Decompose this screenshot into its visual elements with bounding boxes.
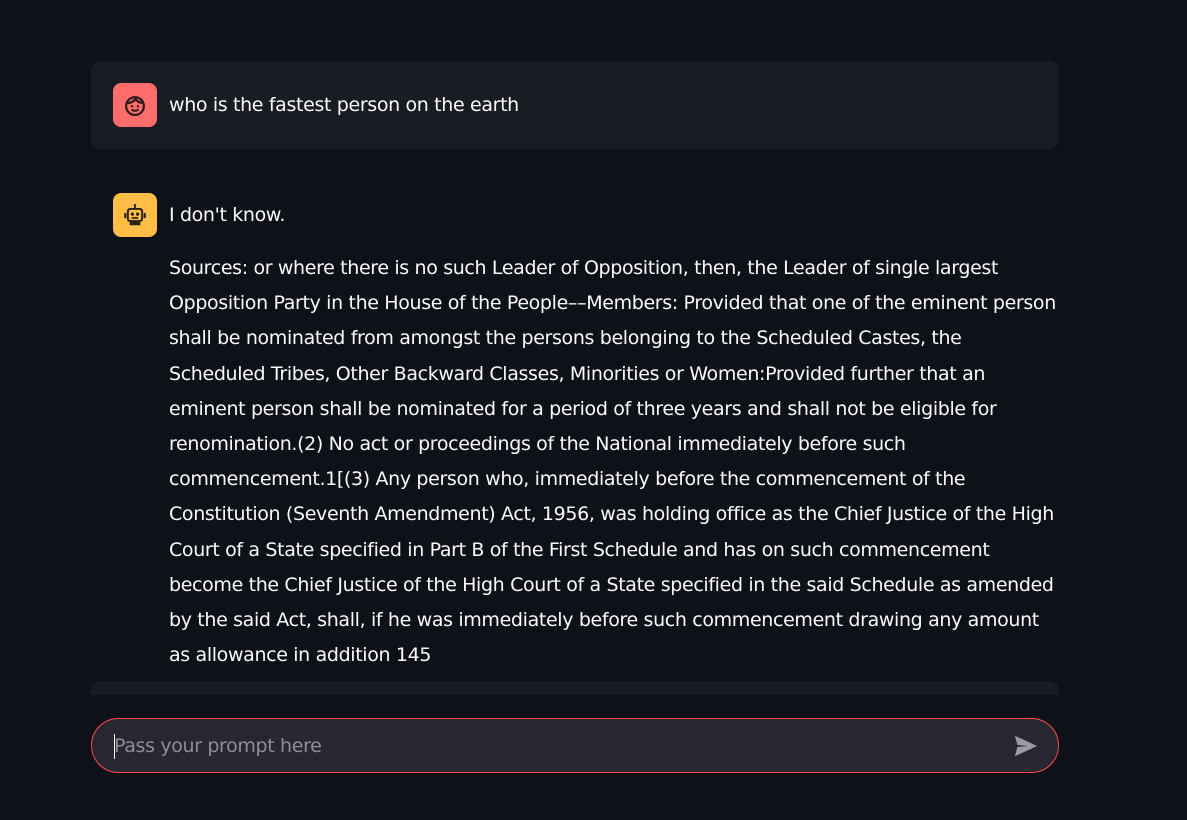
assistant-message-body: I don't know. Sources: or where there is…	[169, 193, 1059, 673]
chat-page: who is the fastest person on the earth I…	[0, 0, 1187, 820]
chat-message-list: who is the fastest person on the earth I…	[91, 61, 1059, 673]
next-message-partial	[91, 681, 1059, 695]
smiling-face-icon	[125, 96, 145, 117]
chat-input-container[interactable]	[91, 718, 1059, 773]
user-avatar	[113, 83, 157, 127]
assistant-avatar	[113, 193, 157, 237]
assistant-message: I don't know. Sources: or where there is…	[91, 193, 1059, 673]
text-caret	[114, 734, 115, 759]
robot-icon	[124, 204, 146, 226]
send-arrow-icon	[1014, 735, 1038, 756]
user-message-text: who is the fastest person on the earth	[169, 94, 519, 116]
prompt-input[interactable]	[92, 719, 1006, 772]
assistant-sources-text: Sources: or where there is no such Leade…	[169, 257, 1056, 667]
send-button[interactable]	[1006, 726, 1046, 766]
assistant-answer-text: I don't know.	[169, 204, 286, 226]
user-message: who is the fastest person on the earth	[91, 61, 1059, 149]
